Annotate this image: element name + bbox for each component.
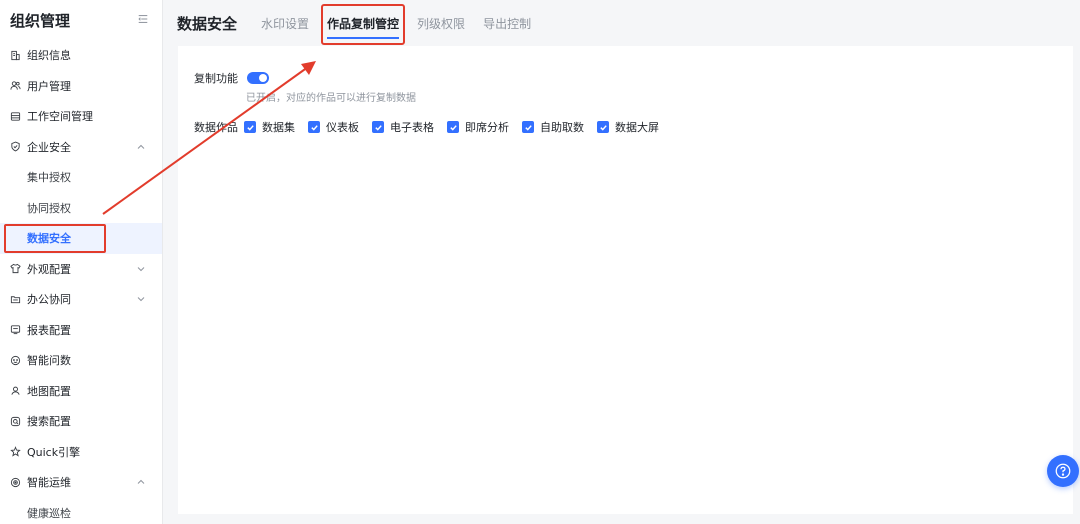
sidebar-item-label: 用户管理	[27, 79, 71, 93]
sidebar-item-0[interactable]: 组织信息	[0, 40, 162, 71]
sidebar-item-2[interactable]: 工作空间管理	[0, 101, 162, 132]
sidebar-item-label: 企业安全	[27, 140, 71, 154]
building-icon	[9, 49, 22, 62]
sidebar-item-label: 组织信息	[27, 49, 71, 63]
sidebar-item-label: 地图配置	[27, 384, 71, 398]
data-works-row: 数据作品 数据集 仪表板 电子表格 即席分析 自助取数 数据大屏	[194, 119, 672, 135]
sidebar-item-label: 集中授权	[27, 171, 71, 185]
settings-panel: 复制功能 已开启，对应的作品可以进行复制数据 数据作品 数据集 仪表板 电子表格 即席…	[178, 46, 1073, 514]
sidebar-item-label: 健康巡检	[27, 506, 71, 520]
sidebar-item-6[interactable]: 数据安全	[0, 223, 162, 254]
sidebar-item-label: 数据安全	[27, 232, 71, 246]
copy-function-label: 复制功能	[194, 72, 238, 85]
report-icon	[9, 323, 22, 336]
chevron-down-icon[interactable]	[136, 294, 146, 304]
sidebar-item-1[interactable]: 用户管理	[0, 71, 162, 102]
sidebar-header: 组织管理	[0, 0, 162, 40]
works-checkbox-label: 仪表板	[326, 121, 359, 134]
sidebar-item-label: 智能问数	[27, 354, 71, 368]
sidebar-item-label: 工作空间管理	[27, 110, 93, 124]
checkbox-checked-icon[interactable]	[522, 121, 534, 133]
sidebar-item-label: 报表配置	[27, 323, 71, 337]
sidebar-item-10[interactable]: 智能问数	[0, 345, 162, 376]
help-icon	[1055, 463, 1071, 479]
sidebar: 组织管理 组织信息用户管理工作空间管理 企业安全集中授权协同授权数据安全外观配置办…	[0, 0, 163, 524]
ops-icon	[9, 476, 22, 489]
sidebar-item-3[interactable]: 企业安全	[0, 132, 162, 163]
checkbox-checked-icon[interactable]	[597, 121, 609, 133]
copy-function-description: 已开启，对应的作品可以进行复制数据	[246, 93, 416, 104]
works-checkbox-label: 数据大屏	[615, 121, 659, 134]
tab-watermark[interactable]: 水印设置	[261, 11, 309, 36]
help-button[interactable]	[1047, 455, 1079, 487]
tab-copy-control[interactable]: 作品复制管控	[321, 3, 406, 45]
collapse-menu-icon[interactable]	[136, 13, 150, 27]
map-pin-icon	[9, 384, 22, 397]
tab-column-permission[interactable]: 列级权限	[417, 11, 465, 36]
page-header: 数据安全 水印设置 作品复制管控 列级权限 导出控制	[163, 0, 1080, 46]
works-checkbox-label: 即席分析	[465, 121, 509, 134]
sidebar-item-8[interactable]: 办公协同	[0, 284, 162, 315]
copy-function-toggle[interactable]	[247, 72, 269, 84]
sidebar-item-11[interactable]: 地图配置	[0, 376, 162, 407]
workspace-icon	[9, 110, 22, 123]
chevron-up-icon[interactable]	[136, 142, 146, 152]
works-checkbox-item[interactable]: 电子表格	[372, 119, 434, 135]
checkbox-checked-icon[interactable]	[308, 121, 320, 133]
sidebar-item-14[interactable]: 智能运维	[0, 467, 162, 498]
data-works-label: 数据作品	[194, 121, 238, 134]
works-checkbox-item[interactable]: 仪表板	[308, 119, 359, 135]
sidebar-item-7[interactable]: 外观配置	[0, 254, 162, 285]
sidebar-item-13[interactable]: Quick引擎	[0, 437, 162, 468]
sidebar-item-9[interactable]: 报表配置	[0, 315, 162, 346]
sidebar-item-label: Quick引擎	[27, 445, 81, 459]
toggle-knob	[259, 74, 267, 82]
sidebar-item-label: 智能运维	[27, 476, 71, 490]
sidebar-item-label: 协同授权	[27, 201, 71, 215]
checkbox-checked-icon[interactable]	[372, 121, 384, 133]
shield-icon	[9, 140, 22, 153]
works-checkbox-item[interactable]: 即席分析	[447, 119, 509, 135]
sidebar-item-label: 搜索配置	[27, 415, 71, 429]
checkbox-checked-icon[interactable]	[447, 121, 459, 133]
chevron-down-icon[interactable]	[136, 264, 146, 274]
works-checkbox-label: 数据集	[262, 121, 295, 134]
search-icon	[9, 415, 22, 428]
sidebar-item-15[interactable]: 健康巡检	[0, 498, 162, 524]
sidebar-menu: 组织信息用户管理工作空间管理 企业安全集中授权协同授权数据安全外观配置办公协同报表…	[0, 40, 162, 524]
sidebar-item-12[interactable]: 搜索配置	[0, 406, 162, 437]
sidebar-item-4[interactable]: 集中授权	[0, 162, 162, 193]
copy-function-row: 复制功能	[194, 70, 269, 86]
tab-export-control[interactable]: 导出控制	[483, 11, 531, 36]
sidebar-item-label: 办公协同	[27, 293, 71, 307]
sidebar-title: 组织管理	[10, 11, 71, 30]
works-checkbox-item[interactable]: 数据集	[244, 119, 295, 135]
sidebar-item-label: 外观配置	[27, 262, 71, 276]
checkbox-checked-icon[interactable]	[244, 121, 256, 133]
works-checkbox-label: 自助取数	[540, 121, 584, 134]
data-works-checkbox-group: 数据集 仪表板 电子表格 即席分析 自助取数 数据大屏	[244, 119, 672, 135]
shirt-icon	[9, 262, 22, 275]
folder-icon	[9, 293, 22, 306]
page-title: 数据安全	[177, 14, 238, 33]
sidebar-item-5[interactable]: 协同授权	[0, 193, 162, 224]
works-checkbox-item[interactable]: 数据大屏	[597, 119, 659, 135]
works-checkbox-label: 电子表格	[390, 121, 434, 134]
works-checkbox-item[interactable]: 自助取数	[522, 119, 584, 135]
smart-qa-icon	[9, 354, 22, 367]
users-icon	[9, 79, 22, 92]
engine-icon	[9, 445, 22, 458]
chevron-up-icon[interactable]	[136, 477, 146, 487]
